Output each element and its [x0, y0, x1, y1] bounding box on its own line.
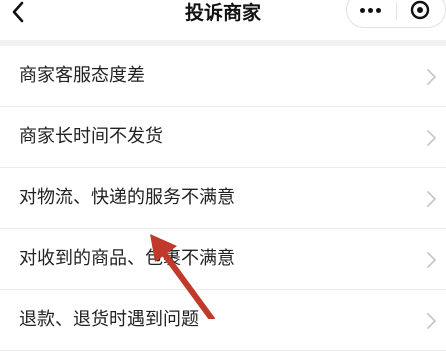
chevron-right-icon [427, 191, 436, 207]
list-item[interactable]: 退款、退货时遇到问题 [0, 290, 446, 351]
complaint-options-list: 商家客服态度差 商家长时间不发货 对物流、快递的服务不满意 对收到的商品、包裹不… [0, 46, 446, 351]
chevron-right-icon [427, 69, 436, 85]
target-circle-icon [410, 0, 430, 20]
capsule-menu [346, 0, 446, 28]
list-item[interactable]: 商家长时间不发货 [0, 107, 446, 168]
list-item[interactable]: 对收到的商品、包裹不满意 [0, 229, 446, 290]
list-item-label: 商家长时间不发货 [19, 126, 163, 147]
list-item-label: 商家客服态度差 [19, 65, 145, 86]
chevron-right-icon [427, 313, 436, 329]
chevron-right-icon [427, 130, 436, 146]
navigation-bar: 投诉商家 [0, 0, 446, 40]
close-miniprogram-button[interactable] [397, 0, 445, 29]
list-item-label: 退款、退货时遇到问题 [19, 309, 199, 330]
list-item-label: 对物流、快递的服务不满意 [19, 187, 235, 208]
list-item[interactable]: 对物流、快递的服务不满意 [0, 168, 446, 229]
more-button[interactable] [347, 0, 396, 29]
list-item[interactable]: 商家客服态度差 [0, 46, 446, 107]
list-item-label: 对收到的商品、包裹不满意 [19, 248, 235, 269]
chevron-right-icon [427, 252, 436, 268]
